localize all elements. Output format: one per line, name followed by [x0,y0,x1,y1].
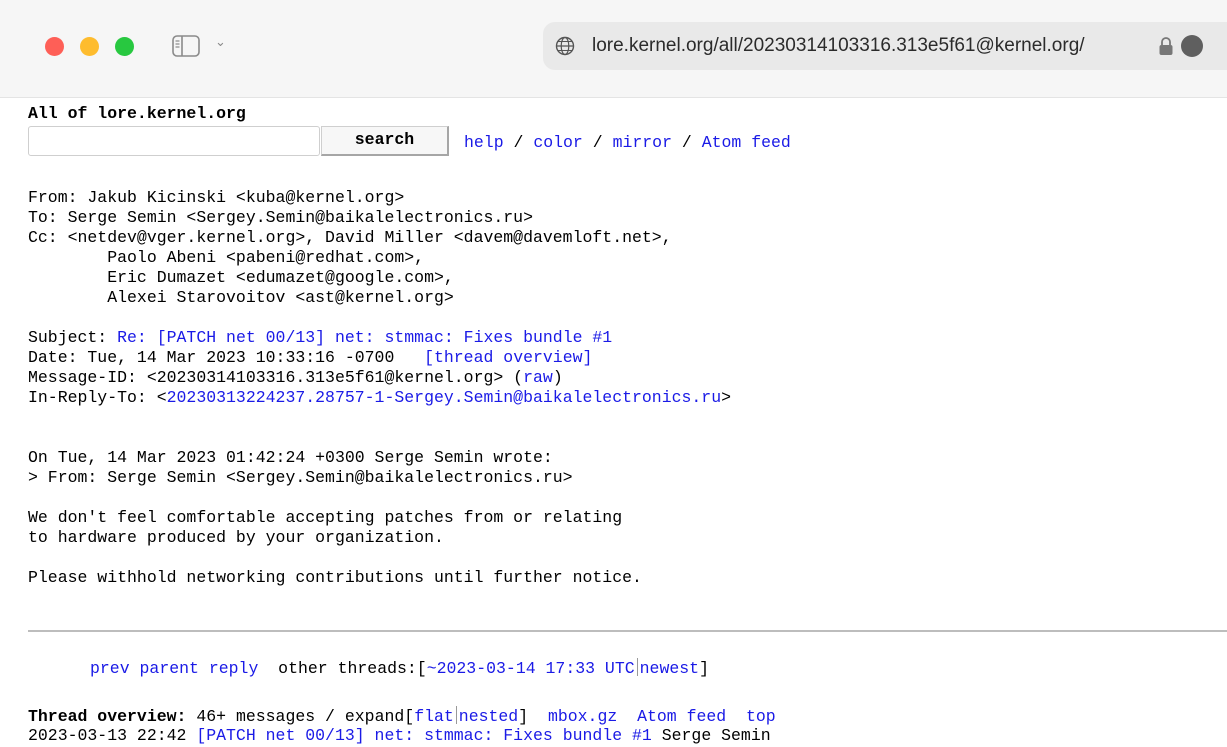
thread-overview-link[interactable]: [thread overview] [424,348,592,367]
help-link[interactable]: help [464,133,504,152]
top-link[interactable]: top [746,707,776,726]
body-line: We don't feel comfortable accepting patc… [28,508,623,527]
flat-link[interactable]: flat [414,707,454,726]
search-input[interactable] [28,126,320,156]
from-header: From: Jakub Kicinski <kuba@kernel.org> [28,188,405,207]
in-reply-to-header: In-Reply-To: <20230313224237.28757-1-Ser… [28,388,732,407]
in-reply-to-link[interactable]: 20230313224237.28757-1-Sergey.Semin@baik… [167,388,722,407]
browser-toolbar: ⌄ lore.kernel.org/all/20230314103316.313… [0,0,1227,98]
zoom-window-button[interactable] [115,37,134,56]
message-nav: prev parent reply other threads:[~2023-0… [90,658,709,678]
thread-entry-link[interactable]: [PATCH net 00/13] net: stmmac: Fixes bun… [196,726,651,745]
cc-header-line: Paolo Abeni <pabeni@redhat.com>, [28,248,425,267]
body-quote-line: > From: Serge Semin <Sergey.Semin@baikal… [28,468,573,487]
cc-header-line: Cc: <netdev@vger.kernel.org>, David Mill… [28,228,672,247]
chevron-down-icon[interactable]: ⌄ [215,35,226,50]
search-button[interactable]: search [321,126,449,156]
to-header: To: Serge Semin <Sergey.Semin@baikalelec… [28,208,533,227]
separator [636,658,638,676]
nested-link[interactable]: nested [459,707,518,726]
body-line: to hardware produced by your organizatio… [28,528,444,547]
subject-header: Subject: Re: [PATCH net 00/13] net: stmm… [28,328,613,347]
date-header: Date: Tue, 14 Mar 2023 10:33:16 -0700 [t… [28,348,593,367]
lock-icon [1159,37,1173,55]
body-line: Please withhold networking contributions… [28,568,642,587]
separator [455,706,457,724]
cc-header-line: Alexei Starovoitov <ast@kernel.org> [28,288,454,307]
extension-icon[interactable] [1181,35,1203,57]
url-text: lore.kernel.org/all/20230314103316.313e5… [592,35,1085,56]
newest-link[interactable]: newest [640,659,699,678]
close-window-button[interactable] [45,37,64,56]
sidebar-toggle-icon[interactable] [172,35,202,57]
thread-entry: 2023-03-13 22:42 [PATCH net 00/13] net: … [28,726,771,745]
mbox-link[interactable]: mbox.gz [548,707,617,726]
reply-link[interactable]: reply [209,659,259,678]
date-thread-link[interactable]: ~2023-03-14 17:33 UTC [427,659,635,678]
atom-feed-link[interactable]: Atom feed [702,133,791,152]
globe-icon [555,36,575,56]
prev-link[interactable]: prev [90,659,130,678]
header-links: help / color / mirror / Atom feed [464,133,791,152]
cc-header-line: Eric Dumazet <edumazet@google.com>, [28,268,454,287]
message-id-header: Message-ID: <20230314103316.313e5f61@ker… [28,368,563,387]
raw-link[interactable]: raw [523,368,553,387]
thread-atom-feed-link[interactable]: Atom feed [637,707,726,726]
address-bar[interactable]: lore.kernel.org/all/20230314103316.313e5… [543,22,1227,70]
subject-link[interactable]: Re: [PATCH net 00/13] net: stmmac: Fixes… [117,328,612,347]
body-line: On Tue, 14 Mar 2023 01:42:24 +0300 Serge… [28,448,553,467]
divider [28,630,1227,632]
mirror-link[interactable]: mirror [613,133,672,152]
color-link[interactable]: color [533,133,583,152]
thread-overview: Thread overview: 46+ messages / expand[f… [28,706,776,726]
parent-link[interactable]: parent [140,659,199,678]
minimize-window-button[interactable] [80,37,99,56]
site-title: All of lore.kernel.org [28,104,246,123]
